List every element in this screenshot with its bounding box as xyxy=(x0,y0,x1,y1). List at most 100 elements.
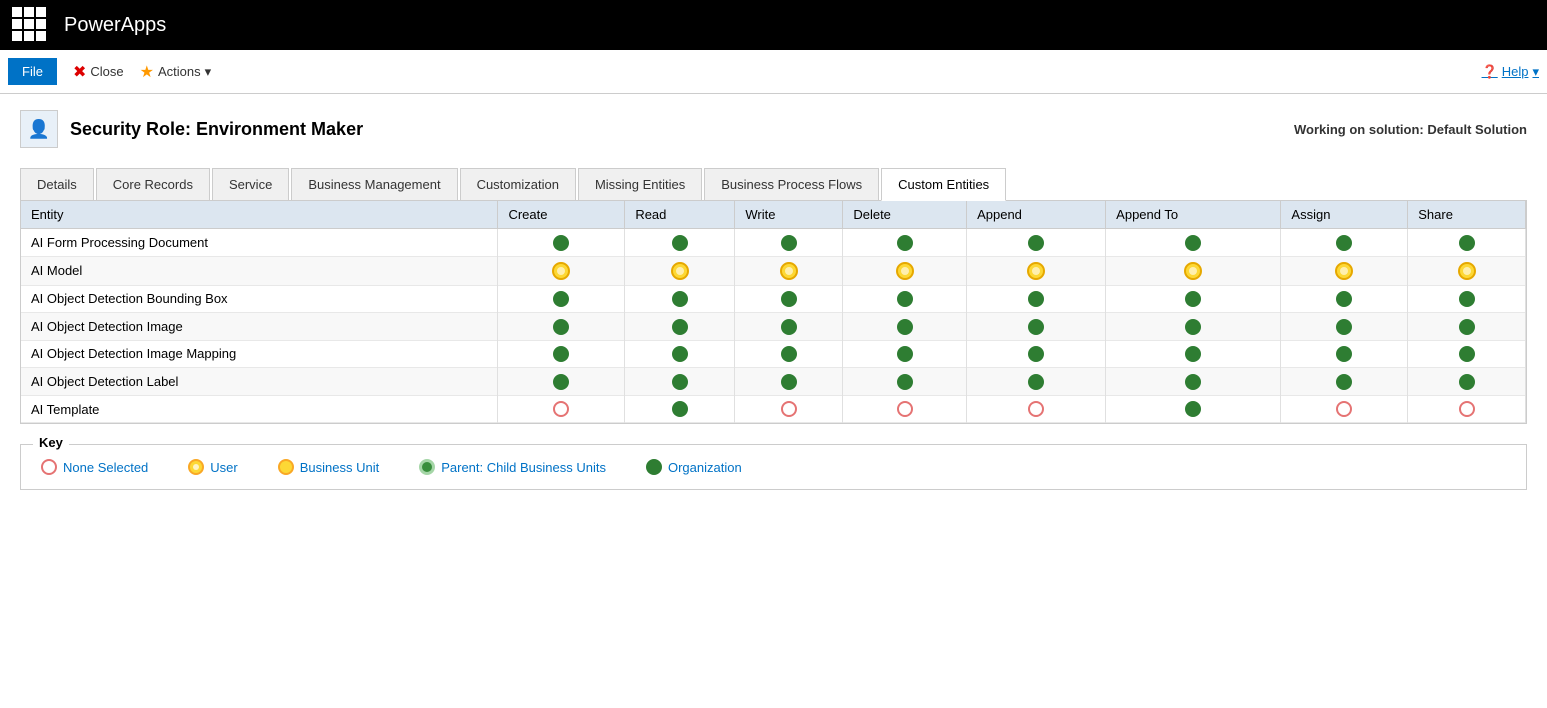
permission-cell-appendto[interactable] xyxy=(1106,256,1281,285)
entity-name-cell: AI Model xyxy=(21,256,498,285)
permission-cell-write[interactable] xyxy=(735,395,843,423)
permission-cell-append[interactable] xyxy=(967,313,1106,341)
tab-custom-entities[interactable]: Custom Entities xyxy=(881,168,1006,201)
permission-cell-share[interactable] xyxy=(1408,340,1526,368)
col-header-append: Append xyxy=(967,201,1106,229)
key-none-icon xyxy=(41,459,57,475)
permission-cell-read[interactable] xyxy=(625,285,735,313)
permission-cell-create[interactable] xyxy=(498,313,625,341)
indicator-user xyxy=(1458,262,1476,280)
permission-cell-read[interactable] xyxy=(625,256,735,285)
page-title: Security Role: Environment Maker xyxy=(70,119,363,140)
permission-cell-create[interactable] xyxy=(498,285,625,313)
permission-cell-delete[interactable] xyxy=(843,256,967,285)
permission-cell-read[interactable] xyxy=(625,313,735,341)
permission-cell-delete[interactable] xyxy=(843,229,967,257)
permission-cell-delete[interactable] xyxy=(843,340,967,368)
permission-cell-assign[interactable] xyxy=(1281,229,1408,257)
permission-cell-assign[interactable] xyxy=(1281,395,1408,423)
permission-cell-create[interactable] xyxy=(498,368,625,396)
col-header-create: Create xyxy=(498,201,625,229)
table-row: AI Object Detection Image xyxy=(21,313,1526,341)
permission-cell-write[interactable] xyxy=(735,285,843,313)
permission-cell-write[interactable] xyxy=(735,368,843,396)
indicator-organization xyxy=(897,346,913,362)
permission-cell-write[interactable] xyxy=(735,256,843,285)
permission-cell-share[interactable] xyxy=(1408,313,1526,341)
app-grid-icon[interactable] xyxy=(12,7,48,43)
tab-customization[interactable]: Customization xyxy=(460,168,576,200)
permission-cell-assign[interactable] xyxy=(1281,256,1408,285)
table-header: EntityCreateReadWriteDeleteAppendAppend … xyxy=(21,201,1526,229)
permission-cell-append[interactable] xyxy=(967,229,1106,257)
entity-name-cell: AI Object Detection Bounding Box xyxy=(21,285,498,313)
permission-cell-share[interactable] xyxy=(1408,229,1526,257)
entity-table: EntityCreateReadWriteDeleteAppendAppend … xyxy=(21,201,1526,423)
actions-dropdown-icon: ▾ xyxy=(205,64,212,80)
permission-cell-read[interactable] xyxy=(625,340,735,368)
permission-cell-append[interactable] xyxy=(967,340,1106,368)
key-item-label: Parent: Child Business Units xyxy=(441,460,606,475)
actions-button[interactable]: ★ Actions ▾ xyxy=(132,58,220,86)
top-bar: PowerApps xyxy=(0,0,1547,50)
indicator-organization xyxy=(1336,319,1352,335)
permission-cell-assign[interactable] xyxy=(1281,340,1408,368)
permission-cell-read[interactable] xyxy=(625,229,735,257)
col-header-write: Write xyxy=(735,201,843,229)
entity-name-cell: AI Form Processing Document xyxy=(21,229,498,257)
tab-business-process-flows[interactable]: Business Process Flows xyxy=(704,168,879,200)
permission-cell-assign[interactable] xyxy=(1281,368,1408,396)
close-icon: ✖ xyxy=(73,62,86,82)
permission-cell-share[interactable] xyxy=(1408,285,1526,313)
permission-cell-delete[interactable] xyxy=(843,285,967,313)
key-item-user: User xyxy=(188,459,237,475)
permission-cell-share[interactable] xyxy=(1408,368,1526,396)
key-item-none: None Selected xyxy=(41,459,148,475)
permission-cell-write[interactable] xyxy=(735,313,843,341)
permission-cell-write[interactable] xyxy=(735,229,843,257)
page-header: 👤 Security Role: Environment Maker Worki… xyxy=(20,110,1527,148)
permission-cell-assign[interactable] xyxy=(1281,313,1408,341)
permission-cell-create[interactable] xyxy=(498,340,625,368)
permission-cell-share[interactable] xyxy=(1408,395,1526,423)
permission-cell-appendto[interactable] xyxy=(1106,368,1281,396)
permission-cell-delete[interactable] xyxy=(843,313,967,341)
security-role-icon: 👤 xyxy=(20,110,58,148)
permission-cell-delete[interactable] xyxy=(843,368,967,396)
permission-cell-assign[interactable] xyxy=(1281,285,1408,313)
key-parent-child-icon xyxy=(419,459,435,475)
indicator-organization xyxy=(672,235,688,251)
tab-details[interactable]: Details xyxy=(20,168,94,200)
indicator-organization xyxy=(1028,319,1044,335)
file-button[interactable]: File xyxy=(8,58,57,85)
tab-service[interactable]: Service xyxy=(212,168,289,200)
key-organization-icon xyxy=(646,459,662,475)
permission-cell-create[interactable] xyxy=(498,256,625,285)
permission-cell-appendto[interactable] xyxy=(1106,229,1281,257)
permission-cell-read[interactable] xyxy=(625,395,735,423)
tab-core-records[interactable]: Core Records xyxy=(96,168,210,200)
permission-cell-write[interactable] xyxy=(735,340,843,368)
permission-cell-share[interactable] xyxy=(1408,256,1526,285)
permission-cell-append[interactable] xyxy=(967,285,1106,313)
tab-missing-entities[interactable]: Missing Entities xyxy=(578,168,702,200)
permission-cell-append[interactable] xyxy=(967,395,1106,423)
permission-cell-read[interactable] xyxy=(625,368,735,396)
close-button[interactable]: ✖ Close xyxy=(65,58,132,86)
permission-cell-appendto[interactable] xyxy=(1106,285,1281,313)
tab-business-management[interactable]: Business Management xyxy=(291,168,457,200)
permission-cell-append[interactable] xyxy=(967,368,1106,396)
permission-cell-appendto[interactable] xyxy=(1106,340,1281,368)
indicator-user xyxy=(780,262,798,280)
indicator-none xyxy=(1459,401,1475,417)
entity-table-container[interactable]: EntityCreateReadWriteDeleteAppendAppend … xyxy=(20,201,1527,424)
content-area: 👤 Security Role: Environment Maker Worki… xyxy=(0,94,1547,708)
help-button[interactable]: ❓ Help ▾ xyxy=(1482,64,1539,80)
permission-cell-appendto[interactable] xyxy=(1106,395,1281,423)
permission-cell-append[interactable] xyxy=(967,256,1106,285)
permission-cell-create[interactable] xyxy=(498,229,625,257)
permission-cell-create[interactable] xyxy=(498,395,625,423)
entity-name-cell: AI Object Detection Image Mapping xyxy=(21,340,498,368)
permission-cell-appendto[interactable] xyxy=(1106,313,1281,341)
permission-cell-delete[interactable] xyxy=(843,395,967,423)
